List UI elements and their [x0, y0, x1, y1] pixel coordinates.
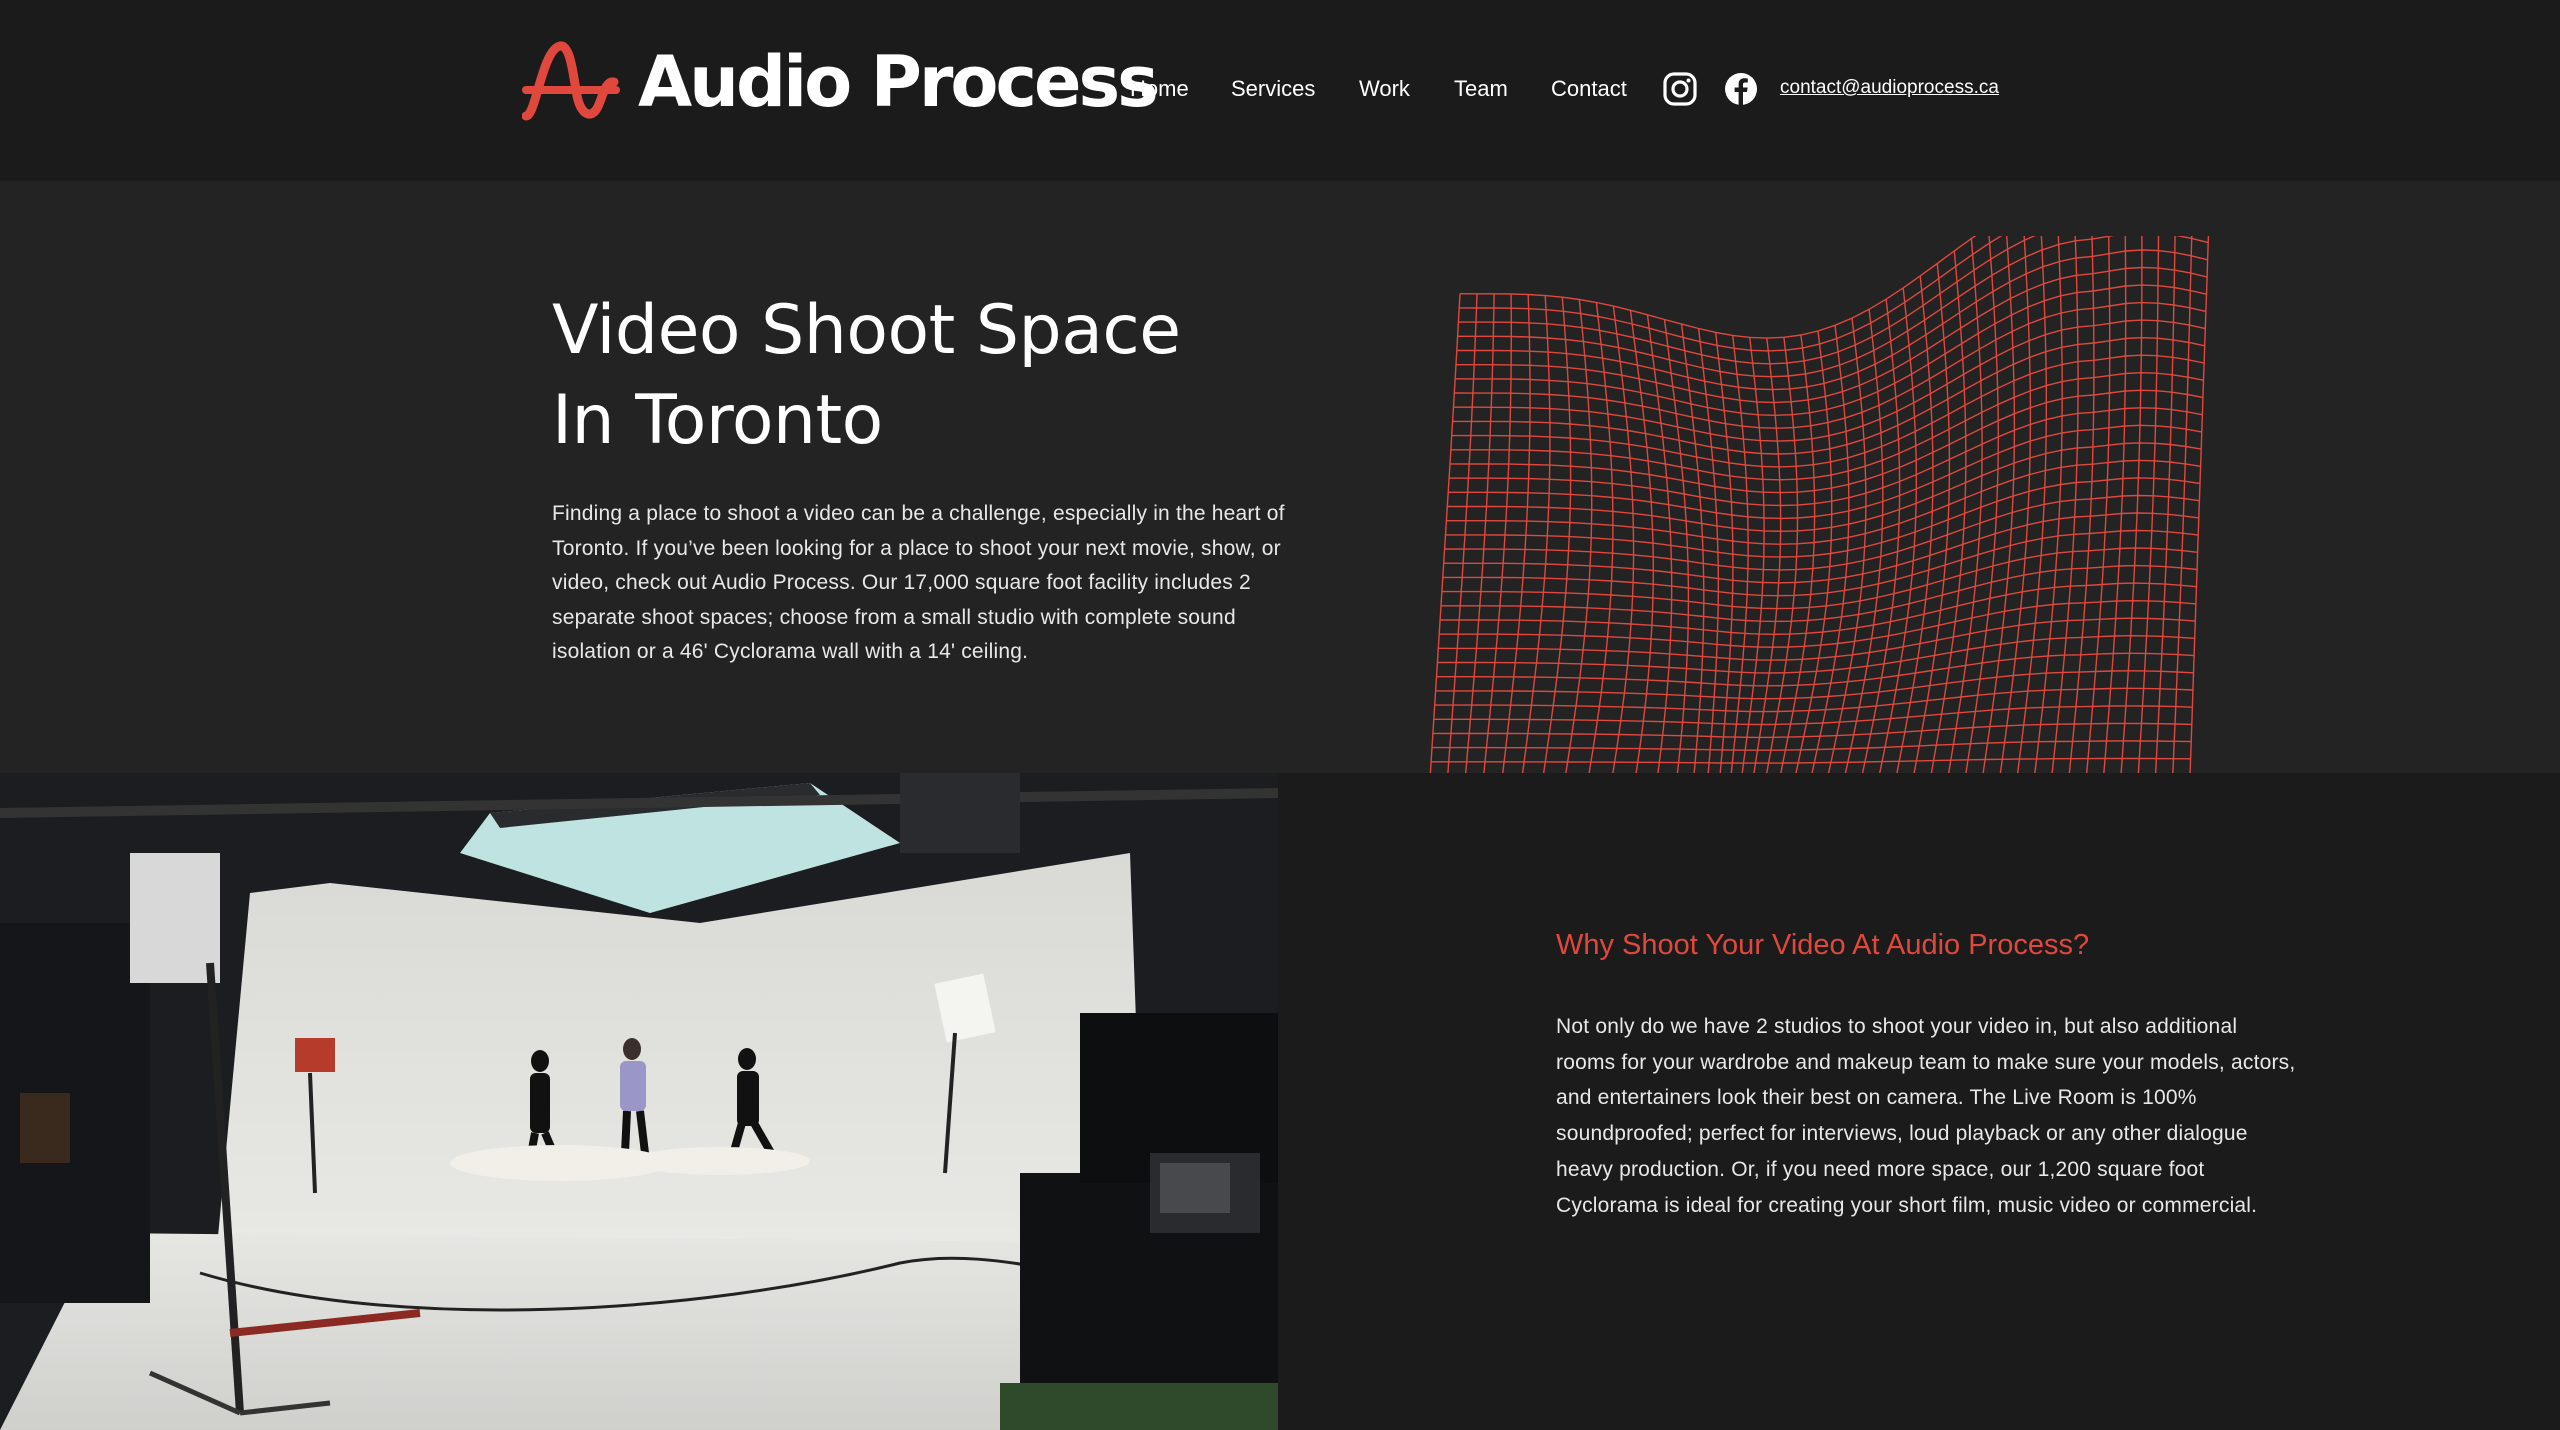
- nav-work[interactable]: Work: [1359, 76, 1410, 102]
- mesh-line: [1965, 236, 2000, 773]
- mesh-line: [1483, 293, 1513, 773]
- hero-description: Finding a place to shoot a video can be …: [552, 502, 1285, 663]
- mesh-line: [2154, 236, 2176, 773]
- mesh-line: [1459, 236, 1977, 339]
- contact-email-link[interactable]: contact@audioprocess.ca: [1780, 77, 1999, 99]
- mesh-line: [2068, 236, 2095, 773]
- nav-contact[interactable]: Contact: [1551, 76, 1627, 102]
- wireframe-mesh-graphic: [1429, 236, 2210, 773]
- mesh-line: [1432, 740, 2192, 751]
- mesh-line: [1456, 249, 2208, 391]
- brand-name: Audio Process: [638, 41, 1159, 123]
- mesh-line: [1453, 319, 2206, 442]
- mesh-line: [1433, 705, 2193, 726]
- why-section: Why Shoot Your Video At Audio Process? N…: [0, 773, 2560, 1430]
- nav-team[interactable]: Team: [1454, 76, 1508, 102]
- hero-title-line-2: In Toronto: [552, 381, 883, 460]
- mesh-line: [1459, 236, 2003, 352]
- hero-section: Video Shoot Space In Toronto Finding a p…: [0, 181, 2560, 773]
- mesh-line: [1432, 722, 2192, 739]
- nav-services[interactable]: Services: [1231, 76, 1315, 102]
- mesh-line: [2051, 236, 2079, 773]
- mesh-line: [1429, 293, 1461, 773]
- mesh-line: [1464, 293, 1495, 773]
- brand-logo[interactable]: Audio Process: [522, 40, 1159, 124]
- hero-title-line-1: Video Shoot Space: [552, 291, 1181, 370]
- waveform-logo-icon: [522, 41, 620, 121]
- mesh-line: [1457, 236, 2209, 378]
- mesh-line: [1447, 442, 2202, 533]
- mesh-line: [1448, 424, 2202, 520]
- mesh-line: [2120, 236, 2143, 773]
- mesh-line: [1451, 354, 2205, 468]
- site-header: Audio Process Home Services Work Team Co…: [0, 0, 2560, 181]
- nav-home[interactable]: Home: [1130, 76, 1189, 102]
- why-title: Why Shoot Your Video At Audio Process?: [1556, 929, 2090, 961]
- instagram-link[interactable]: [1663, 72, 1697, 106]
- mesh-line: [1502, 294, 1531, 773]
- cyclorama-studio-image: [0, 773, 1278, 1430]
- mesh-line: [1443, 512, 2199, 584]
- mesh-line: [2189, 236, 2210, 773]
- mesh-line: [1444, 494, 2200, 571]
- why-description: Not only do we have 2 studios to shoot y…: [1556, 1015, 2296, 1217]
- studio-photo: [0, 773, 1278, 1430]
- facebook-icon: [1725, 73, 1757, 105]
- mesh-line: [2172, 236, 2193, 773]
- facebook-link[interactable]: [1724, 72, 1758, 106]
- mesh-line: [2085, 236, 2111, 773]
- instagram-icon: [1663, 72, 1697, 106]
- hero-title: Video Shoot Space In Toronto: [552, 286, 1181, 466]
